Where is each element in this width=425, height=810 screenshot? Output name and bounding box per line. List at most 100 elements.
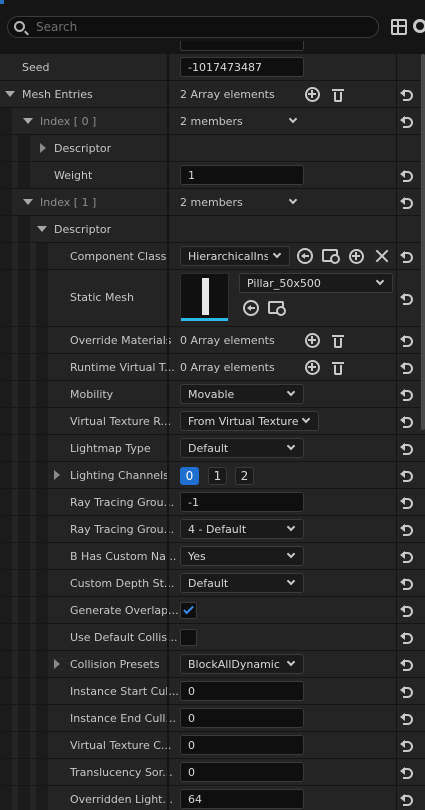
add-element-icon[interactable]	[305, 87, 320, 102]
chevron-down-icon[interactable]	[288, 195, 298, 205]
chevron-down-icon[interactable]	[288, 114, 298, 124]
property-row-use-default-collision: Use Default Collis...	[0, 624, 425, 651]
reset-to-default-icon[interactable]	[400, 739, 415, 752]
reset-to-default-icon[interactable]	[400, 415, 415, 428]
details-panel: Seed -1017473487 Mesh Entries 2 Array el…	[0, 54, 425, 810]
property-row-mesh-entries[interactable]: Mesh Entries 2 Array elements	[0, 81, 425, 108]
reset-to-default-icon[interactable]	[400, 88, 415, 101]
reset-to-default-icon[interactable]	[400, 469, 415, 482]
property-label: Index [ 1 ]	[40, 196, 97, 209]
lightmap-type-combo[interactable]: Default	[180, 438, 304, 458]
trash-icon[interactable]	[332, 334, 344, 348]
use-selected-icon[interactable]	[297, 248, 313, 264]
reset-to-default-icon[interactable]	[400, 604, 415, 617]
ray-tracing-group-input[interactable]: -1	[180, 492, 304, 512]
property-row-descriptor-1[interactable]: Descriptor	[0, 216, 425, 243]
add-element-icon[interactable]	[305, 333, 320, 348]
ray-tracing-mask-combo[interactable]: 4 - Default	[180, 519, 304, 539]
virtual-texture-cull-input[interactable]: 0	[180, 735, 304, 755]
reset-to-default-icon[interactable]	[400, 388, 415, 401]
custom-depth-combo[interactable]: Default	[180, 573, 304, 593]
browse-icon[interactable]	[268, 301, 286, 316]
property-row-descriptor-0[interactable]: Descriptor	[0, 135, 425, 162]
reset-to-default-icon[interactable]	[400, 658, 415, 671]
expand-arrow-icon[interactable]	[54, 470, 60, 480]
property-row-generate-overlap: Generate Overlap...	[0, 597, 425, 624]
property-label: Mesh Entries	[22, 88, 93, 101]
property-label: Index [ 0 ]	[40, 115, 97, 128]
mesh-thumbnail[interactable]	[180, 273, 229, 321]
property-row-seed: Seed -1017473487	[0, 54, 425, 81]
search-box[interactable]	[7, 16, 379, 38]
collision-presets-combo[interactable]: BlockAllDynamic	[180, 654, 304, 674]
property-row-index-1[interactable]: Index [ 1 ] 2 members	[0, 189, 425, 216]
reset-to-default-icon[interactable]	[400, 685, 415, 698]
vt-render-combo[interactable]: From Virtual Texture	[180, 411, 319, 431]
table-view-icon[interactable]	[391, 19, 407, 35]
trash-icon[interactable]	[332, 361, 344, 375]
channel-0-toggle[interactable]: 0	[180, 467, 199, 485]
property-row-collision-presets[interactable]: Collision Presets BlockAllDynamic	[0, 651, 425, 678]
reset-to-default-icon[interactable]	[400, 250, 415, 263]
component-class-combo[interactable]: HierarchicalIns	[180, 246, 290, 266]
reset-to-default-icon[interactable]	[400, 550, 415, 563]
reset-to-default-icon[interactable]	[400, 334, 415, 347]
channel-1-toggle[interactable]: 1	[208, 467, 227, 485]
property-row-lighting-channels[interactable]: Lighting Channels 0 1 2	[0, 462, 425, 489]
mobility-combo[interactable]: Movable	[180, 384, 304, 404]
reset-to-default-icon[interactable]	[400, 361, 415, 374]
overridden-light-input[interactable]: 64	[180, 789, 304, 809]
property-row-instance-end-cull: Instance End Cull... 0	[0, 705, 425, 732]
channel-2-toggle[interactable]: 2	[235, 467, 254, 485]
property-label: Custom Depth St...	[70, 577, 175, 590]
property-row-virtual-texture-cull: Virtual Texture C... 0	[0, 732, 425, 759]
collapse-arrow-icon[interactable]	[23, 118, 33, 124]
property-row-custom-depth: Custom Depth St... Default	[0, 570, 425, 597]
reset-to-default-icon[interactable]	[400, 292, 415, 305]
property-label: Ray Tracing Grou...	[70, 523, 175, 536]
generate-overlap-checkbox[interactable]	[180, 602, 197, 619]
gear-icon[interactable]	[413, 19, 425, 33]
property-label: Component Class	[70, 250, 167, 263]
reset-to-default-icon[interactable]	[400, 496, 415, 509]
b-has-custom-combo[interactable]: Yes	[180, 546, 304, 566]
reset-to-default-icon[interactable]	[400, 766, 415, 779]
use-default-collision-checkbox[interactable]	[180, 629, 197, 646]
add-icon[interactable]	[349, 249, 364, 264]
seed-input[interactable]: -1017473487	[180, 57, 304, 77]
collapse-arrow-icon[interactable]	[5, 91, 15, 97]
property-label: Lighting Channels	[70, 469, 169, 482]
weight-input[interactable]: 1	[180, 165, 304, 185]
search-input[interactable]	[36, 19, 366, 35]
collapse-arrow-icon[interactable]	[23, 199, 33, 205]
reset-to-default-icon[interactable]	[400, 115, 415, 128]
reset-to-default-icon[interactable]	[400, 196, 415, 209]
collapse-arrow-icon[interactable]	[37, 226, 47, 232]
reset-to-default-icon[interactable]	[400, 793, 415, 806]
static-mesh-combo[interactable]: Pillar_50x500	[239, 273, 393, 293]
property-row-weight: Weight 1	[0, 162, 425, 189]
add-element-icon[interactable]	[305, 360, 320, 375]
close-icon[interactable]	[375, 249, 389, 263]
instance-end-cull-input[interactable]: 0	[180, 708, 304, 728]
instance-start-cull-input[interactable]: 0	[180, 681, 304, 701]
property-row-instance-start-cull: Instance Start Cul... 0	[0, 678, 425, 705]
property-label: Overridden Light...	[70, 793, 173, 806]
browse-icon[interactable]	[322, 249, 340, 264]
reset-to-default-icon[interactable]	[400, 577, 415, 590]
property-row-index-0[interactable]: Index [ 0 ] 2 members	[0, 108, 425, 135]
reset-to-default-icon[interactable]	[400, 712, 415, 725]
expand-arrow-icon[interactable]	[40, 143, 46, 153]
use-selected-icon[interactable]	[243, 300, 259, 316]
property-row-ray-tracing-group-id: Ray Tracing Grou... -1	[0, 489, 425, 516]
property-row-b-has-custom: B Has Custom Na... Yes	[0, 543, 425, 570]
reset-to-default-icon[interactable]	[400, 631, 415, 644]
translucency-sort-input[interactable]: 0	[180, 762, 304, 782]
expand-arrow-icon[interactable]	[54, 659, 60, 669]
vertical-scrollbar[interactable]	[421, 54, 425, 430]
reset-to-default-icon[interactable]	[400, 523, 415, 536]
clipped-field	[180, 41, 304, 51]
trash-icon[interactable]	[332, 88, 344, 102]
reset-to-default-icon[interactable]	[400, 169, 415, 182]
reset-to-default-icon[interactable]	[400, 442, 415, 455]
